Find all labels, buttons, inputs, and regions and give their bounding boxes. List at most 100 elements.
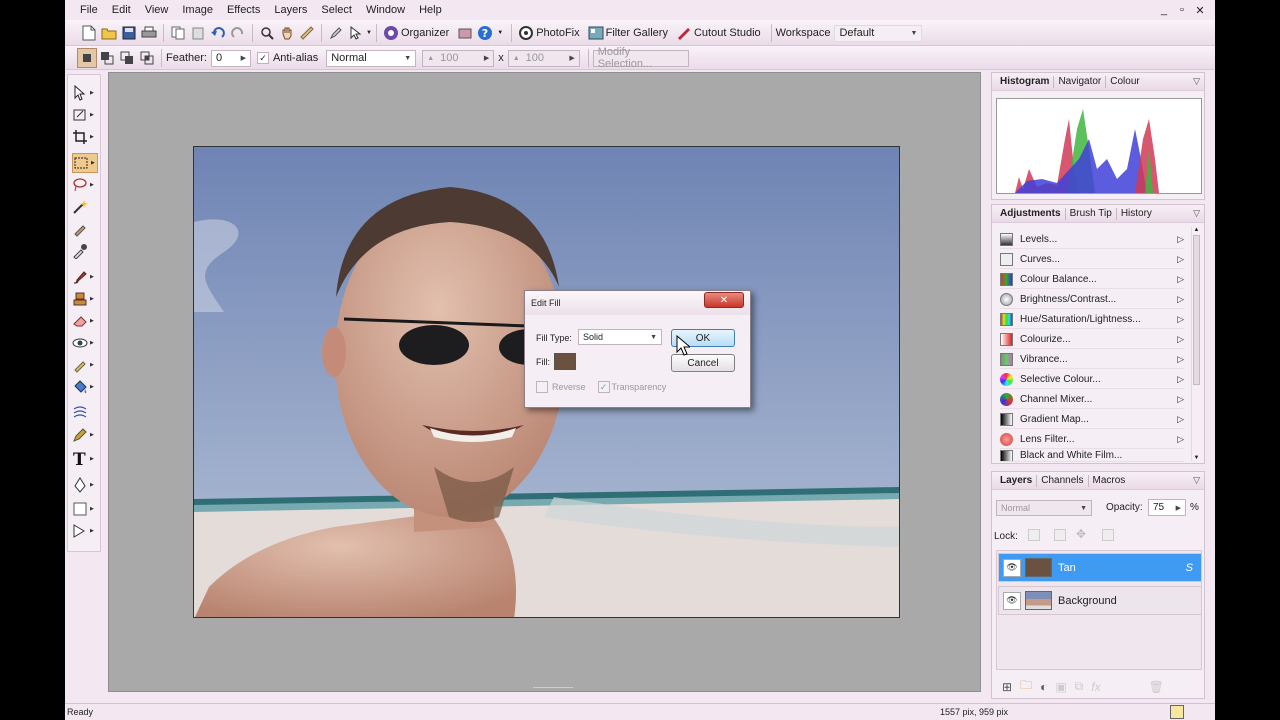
- visibility-eye-icon[interactable]: 👁: [1003, 558, 1021, 577]
- adj-colour-balance[interactable]: Colour Balance... ▷: [1000, 270, 1184, 289]
- zoom-icon[interactable]: [257, 23, 277, 43]
- menu-select[interactable]: Select: [314, 0, 359, 20]
- adj-colourize[interactable]: Colourize... ▷: [1000, 330, 1184, 349]
- panel-menu-icon[interactable]: ▽: [1193, 475, 1200, 486]
- lock-transparency-icon[interactable]: [1028, 529, 1040, 541]
- fx-icon[interactable]: fx: [1091, 680, 1100, 694]
- layer-row-background[interactable]: 👁 Background: [998, 586, 1202, 615]
- minimize-button[interactable]: _: [1157, 4, 1171, 17]
- brush-select-tool[interactable]: [72, 219, 98, 239]
- lasso-tool[interactable]: ▶: [72, 175, 98, 195]
- pan-hand-icon[interactable]: [277, 23, 297, 43]
- crop-tool[interactable]: ▶: [72, 127, 98, 147]
- feather-input[interactable]: 0 ▶: [210, 49, 251, 67]
- cutout-studio-button-label[interactable]: Cutout Studio: [694, 27, 761, 39]
- tab-colour[interactable]: Colour: [1106, 76, 1143, 88]
- new-group-folder-icon[interactable]: 🗀: [1020, 676, 1032, 697]
- select-shape-tool[interactable]: ▶: [72, 521, 98, 541]
- navigator-icon[interactable]: [1170, 705, 1184, 719]
- play-icon[interactable]: ▷: [1177, 374, 1184, 385]
- panel-menu-icon[interactable]: ▽: [1193, 76, 1200, 87]
- transparency-checkbox[interactable]: ✓: [597, 381, 610, 393]
- paintbrush-tool[interactable]: ▶: [72, 267, 98, 287]
- tab-histogram[interactable]: Histogram: [996, 75, 1055, 88]
- new-icon[interactable]: [79, 23, 99, 43]
- photofix-icon[interactable]: [516, 23, 536, 43]
- adj-lens-filter[interactable]: Lens Filter... ▷: [1000, 430, 1184, 449]
- shape-tool[interactable]: ▶: [72, 499, 98, 519]
- play-icon[interactable]: ▷: [1177, 294, 1184, 305]
- play-icon[interactable]: ▷: [1177, 234, 1184, 245]
- clone-tool[interactable]: ▶: [72, 289, 98, 309]
- text-tool[interactable]: T ▶: [72, 449, 98, 469]
- antialias-checkbox[interactable]: ✓: [256, 52, 269, 64]
- width-input[interactable]: ▲ 100 ▶: [422, 49, 495, 67]
- height-input[interactable]: ▲ 100 ▶: [507, 49, 580, 67]
- redeye-tool[interactable]: ▶: [72, 333, 98, 353]
- lock-position-icon[interactable]: ✥: [1076, 527, 1086, 541]
- open-icon[interactable]: [99, 23, 119, 43]
- adj-hue[interactable]: Hue/Saturation/Lightness... ▷: [1000, 310, 1184, 329]
- move-tool[interactable]: ▶: [72, 83, 98, 103]
- tab-brush-tip[interactable]: Brush Tip: [1066, 207, 1117, 220]
- menu-effects[interactable]: Effects: [220, 0, 267, 20]
- organizer-button-label[interactable]: Organizer: [401, 27, 449, 39]
- fill-type-select[interactable]: Solid ▼: [578, 329, 662, 345]
- play-icon[interactable]: ▷: [1177, 434, 1184, 445]
- transform-tool[interactable]: ▶: [72, 105, 98, 125]
- rect-select-tool[interactable]: ▶: [72, 153, 98, 173]
- filter-gallery-button-label[interactable]: Filter Gallery: [606, 27, 668, 39]
- play-icon[interactable]: ▷: [1177, 414, 1184, 425]
- eyedropper-tool[interactable]: [72, 241, 98, 261]
- pen-icon[interactable]: [326, 23, 346, 43]
- play-icon[interactable]: ▷: [1177, 314, 1184, 325]
- layer-row-tan[interactable]: 👁 Tan S: [998, 553, 1202, 582]
- duplicate-layer-icon[interactable]: ⧉: [1075, 679, 1084, 694]
- workspace-select[interactable]: Default ▼: [834, 24, 923, 42]
- modify-selection-button[interactable]: Modify Selection...: [592, 46, 689, 70]
- adj-curves[interactable]: Curves... ▷: [1000, 250, 1184, 269]
- adj-bw-film[interactable]: Black and White Film...: [1000, 450, 1184, 462]
- blend-mode-select[interactable]: Normal ▼: [996, 500, 1092, 516]
- path-tool[interactable]: ▶: [72, 475, 98, 495]
- filter-gallery-icon[interactable]: [586, 23, 606, 43]
- adjustments-scrollbar[interactable]: ▲ ▼: [1191, 227, 1201, 461]
- print-icon[interactable]: [139, 23, 159, 43]
- subtract-selection-icon[interactable]: [117, 48, 137, 68]
- dialog-close-button[interactable]: ✕: [704, 292, 744, 308]
- close-window-button[interactable]: ✕: [1193, 4, 1207, 17]
- organizer-icon[interactable]: [381, 23, 401, 43]
- eraser-tool[interactable]: ▶: [72, 311, 98, 331]
- copy-icon[interactable]: [168, 23, 188, 43]
- save-icon[interactable]: [119, 23, 139, 43]
- tab-navigator[interactable]: Navigator: [1054, 75, 1107, 88]
- mode-select[interactable]: Normal ▼: [326, 49, 417, 67]
- cutout-studio-icon[interactable]: [674, 23, 694, 43]
- intersect-selection-icon[interactable]: [137, 48, 157, 68]
- warp-tool[interactable]: [72, 403, 98, 423]
- play-icon[interactable]: ▷: [1177, 254, 1184, 265]
- redo-icon[interactable]: [228, 23, 248, 43]
- paste-icon[interactable]: [188, 23, 208, 43]
- new-layer-icon[interactable]: ⊞: [1002, 680, 1012, 694]
- restore-button[interactable]: ▫: [1175, 4, 1189, 17]
- pen-tool[interactable]: ▶: [72, 425, 98, 445]
- photofix-button-label[interactable]: PhotoFix: [536, 27, 579, 39]
- wand-tool[interactable]: [72, 197, 98, 217]
- tab-history[interactable]: History: [1117, 208, 1156, 220]
- reverse-checkbox[interactable]: [536, 381, 548, 393]
- adjustment-layer-icon[interactable]: ◐: [1040, 680, 1047, 694]
- fill-color-swatch[interactable]: [554, 353, 576, 370]
- mask-icon[interactable]: ▣: [1055, 680, 1066, 694]
- menu-image[interactable]: Image: [175, 0, 220, 20]
- adj-brightness[interactable]: Brightness/Contrast... ▷: [1000, 290, 1184, 309]
- pointer-icon[interactable]: [346, 23, 366, 43]
- new-selection-icon[interactable]: [77, 48, 97, 68]
- play-icon[interactable]: ▷: [1177, 334, 1184, 345]
- adj-levels[interactable]: Levels... ▷: [1000, 230, 1184, 249]
- lock-all-icon[interactable]: [1102, 529, 1114, 541]
- play-icon[interactable]: ▷: [1177, 394, 1184, 405]
- menu-view[interactable]: View: [138, 0, 176, 20]
- paint-icon[interactable]: [455, 23, 475, 43]
- menu-file[interactable]: File: [73, 0, 105, 20]
